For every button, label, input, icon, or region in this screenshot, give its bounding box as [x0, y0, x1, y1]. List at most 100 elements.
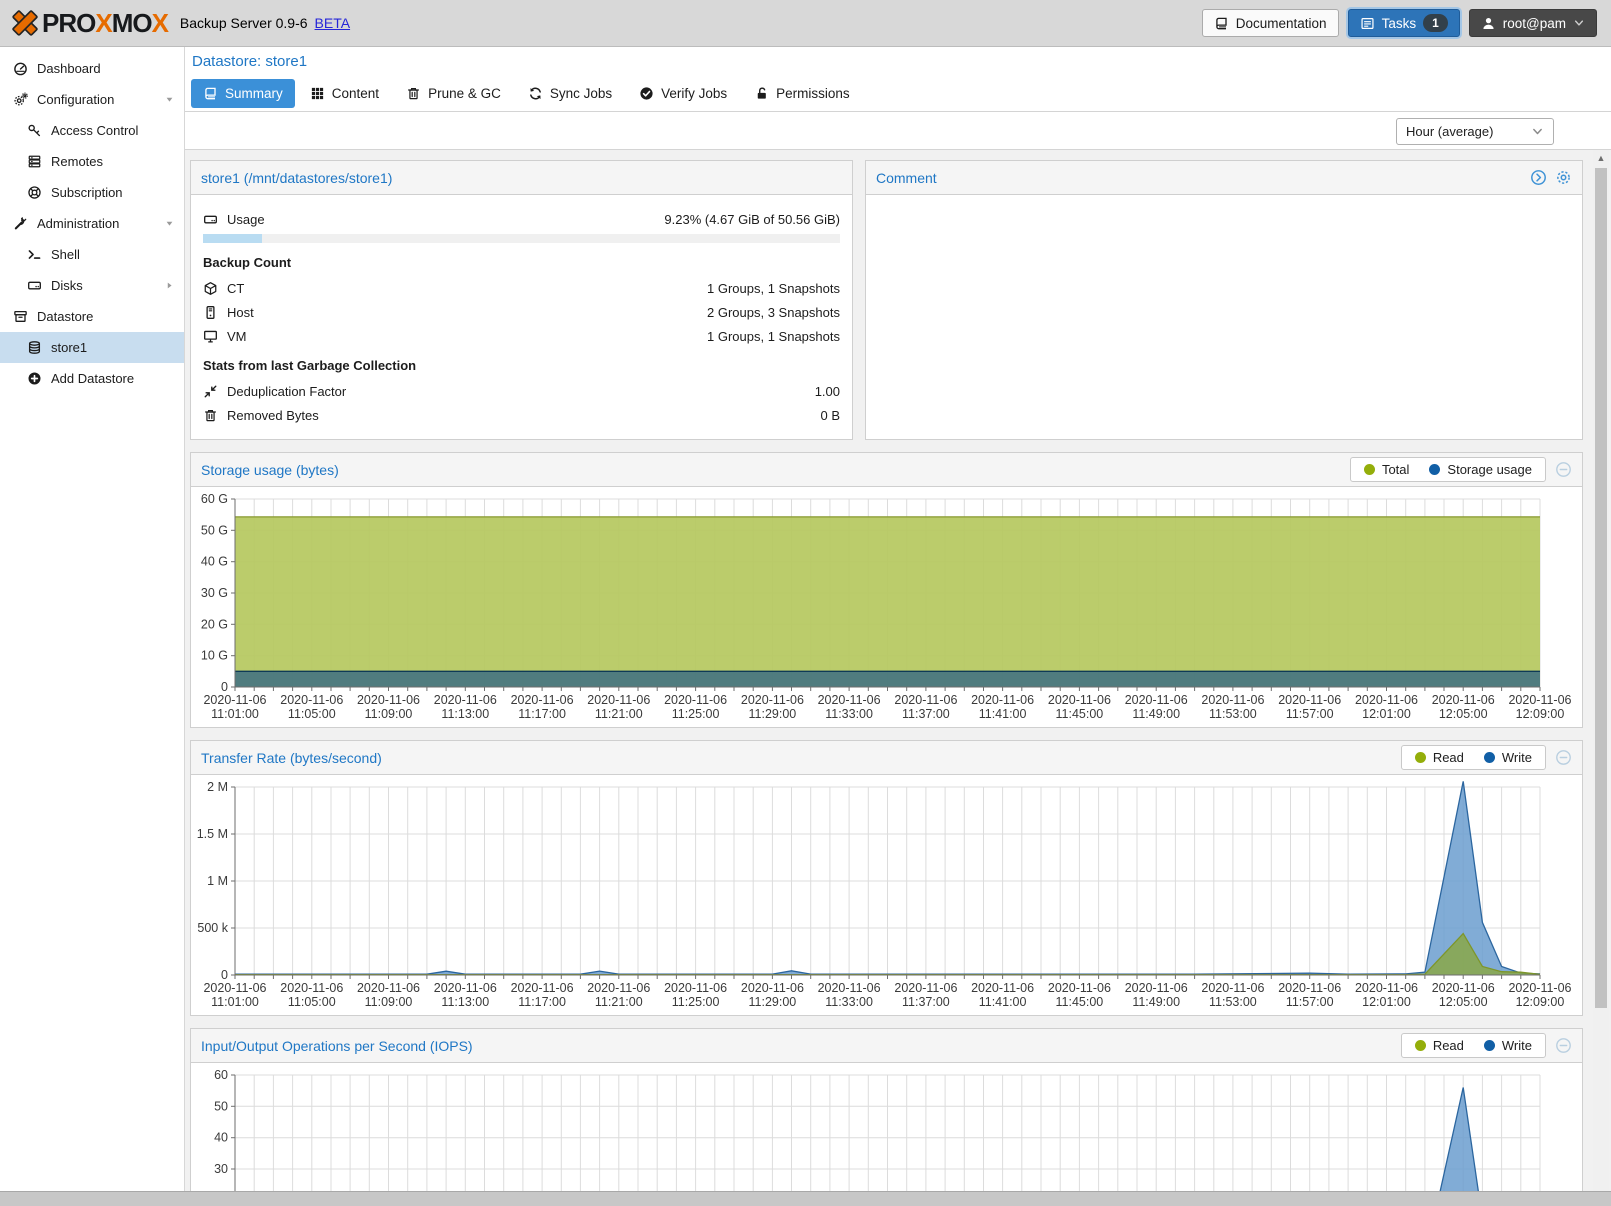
sidebar-item-subscription[interactable]: Subscription [0, 177, 184, 208]
tab-content[interactable]: Content [298, 79, 391, 108]
svg-text:11:13:00: 11:13:00 [441, 707, 489, 721]
gear-icon[interactable] [1555, 169, 1572, 186]
sidebar-item-shell[interactable]: Shell [0, 239, 184, 270]
legend-item-total[interactable]: Total [1364, 462, 1409, 477]
legend-item-write[interactable]: Write [1484, 1038, 1532, 1053]
legend-item-read[interactable]: Read [1415, 750, 1464, 765]
svg-text:11:37:00: 11:37:00 [902, 707, 950, 721]
svg-text:2020-11-06: 2020-11-06 [280, 981, 343, 995]
legend-item-storage-usage[interactable]: Storage usage [1429, 462, 1532, 477]
svg-text:2 M: 2 M [207, 780, 228, 794]
svg-text:11:21:00: 11:21:00 [595, 707, 643, 721]
summary-panel-body: Usage 9.23% (4.67 GiB of 50.56 GiB) Back… [191, 195, 852, 439]
chart-panel-header: Input/Output Operations per Second (IOPS… [191, 1029, 1582, 1063]
vertical-scrollbar[interactable]: ▲ [1593, 150, 1609, 1191]
svg-text:2020-11-06: 2020-11-06 [1278, 693, 1341, 707]
tab-prune-gc[interactable]: Prune & GC [394, 79, 513, 108]
remotes-icon [27, 154, 42, 169]
collapse-caret-icon [164, 94, 175, 105]
row-label: Deduplication Factor [227, 384, 346, 399]
beta-link[interactable]: BETA [315, 15, 351, 31]
row-label: Host [227, 305, 254, 320]
documentation-button[interactable]: Documentation [1202, 9, 1339, 37]
svg-text:2020-11-06: 2020-11-06 [1278, 981, 1341, 995]
tab-verify-jobs[interactable]: Verify Jobs [627, 79, 739, 108]
comment-content[interactable] [866, 195, 1582, 439]
tab-permissions[interactable]: Permissions [742, 79, 862, 108]
sidebar-item-configuration[interactable]: Configuration [0, 84, 184, 115]
svg-text:2020-11-06: 2020-11-06 [1125, 693, 1188, 707]
svg-text:2020-11-06: 2020-11-06 [1048, 693, 1111, 707]
svg-text:2020-11-06: 2020-11-06 [587, 981, 650, 995]
horizontal-scrollbar[interactable] [0, 1191, 1611, 1206]
hdd-icon [27, 278, 42, 293]
expand-circle-icon[interactable] [1530, 169, 1547, 186]
chart-title: Input/Output Operations per Second (IOPS… [201, 1038, 473, 1054]
sidebar-item-datastore[interactable]: Datastore [0, 301, 184, 332]
scroll-up-arrow[interactable]: ▲ [1593, 150, 1609, 166]
svg-text:11:17:00: 11:17:00 [518, 995, 566, 1009]
chart-panel-storage-usage-bytes: Storage usage (bytes)TotalStorage usage0… [190, 452, 1583, 728]
sidebar-item-disks[interactable]: Disks [0, 270, 184, 301]
legend-item-read[interactable]: Read [1415, 1038, 1464, 1053]
plus-circle-icon [27, 371, 42, 386]
archive-icon [13, 309, 28, 324]
expand-caret-icon [164, 280, 175, 291]
svg-text:11:21:00: 11:21:00 [595, 995, 643, 1009]
time-range-select[interactable]: Hour (average) [1396, 118, 1554, 145]
svg-text:2020-11-06: 2020-11-06 [971, 693, 1034, 707]
legend-dot-icon [1364, 464, 1375, 475]
usage-progress-bar [203, 234, 840, 243]
svg-text:11:29:00: 11:29:00 [749, 995, 797, 1009]
legend-dot-icon [1429, 464, 1440, 475]
svg-text:11:01:00: 11:01:00 [211, 707, 259, 721]
row-label: Removed Bytes [227, 408, 319, 423]
legend-label: Write [1502, 750, 1532, 765]
desktop-icon [203, 329, 218, 344]
collapse-panel-icon[interactable] [1555, 749, 1572, 766]
trash-icon [203, 408, 218, 423]
legend-label: Read [1433, 1038, 1464, 1053]
svg-text:11:49:00: 11:49:00 [1132, 707, 1180, 721]
svg-text:11:09:00: 11:09:00 [365, 707, 413, 721]
svg-text:12:05:00: 12:05:00 [1439, 995, 1488, 1009]
sidebar-item-remotes[interactable]: Remotes [0, 146, 184, 177]
tab-summary[interactable]: Summary [191, 79, 295, 108]
usage-progress-fill [203, 234, 262, 243]
user-menu-button[interactable]: root@pam [1469, 9, 1597, 37]
svg-text:2020-11-06: 2020-11-06 [280, 693, 343, 707]
svg-text:12:09:00: 12:09:00 [1516, 707, 1565, 721]
collapse-panel-icon[interactable] [1555, 1037, 1572, 1054]
collapse-panel-icon[interactable] [1555, 461, 1572, 478]
legend-item-write[interactable]: Write [1484, 750, 1532, 765]
vertical-scrollbar-thumb[interactable] [1595, 168, 1607, 1008]
sidebar-item-label: Datastore [37, 309, 93, 324]
key-icon [27, 123, 42, 138]
tab-label: Summary [225, 86, 283, 101]
tab-label: Permissions [776, 86, 850, 101]
backup-count-heading: Backup Count [203, 255, 840, 270]
svg-text:11:45:00: 11:45:00 [1056, 995, 1104, 1009]
svg-text:20 G: 20 G [201, 617, 228, 631]
sidebar-item-dashboard[interactable]: Dashboard [0, 53, 184, 84]
server-icon [203, 305, 218, 320]
tab-sync-jobs[interactable]: Sync Jobs [516, 79, 624, 108]
toolbar-row: Hour (average) [185, 112, 1611, 150]
sidebar-item-add-datastore[interactable]: Add Datastore [0, 363, 184, 394]
chart-canvas: 0500 k1 M1.5 M2 M2020-11-0611:01:002020-… [191, 777, 1571, 1011]
wrench-icon [13, 216, 28, 231]
legend-dot-icon [1484, 752, 1495, 763]
svg-text:10 G: 10 G [201, 649, 228, 663]
sidebar-item-access-control[interactable]: Access Control [0, 115, 184, 146]
sidebar-item-store1[interactable]: store1 [0, 332, 184, 363]
gc-stat-row: Deduplication Factor1.00 [203, 379, 840, 403]
svg-text:11:57:00: 11:57:00 [1286, 995, 1334, 1009]
svg-text:11:53:00: 11:53:00 [1209, 995, 1257, 1009]
sidebar-item-administration[interactable]: Administration [0, 208, 184, 239]
chart-body: 010 G20 G30 G40 G50 G60 G2020-11-0611:01… [191, 487, 1582, 727]
svg-text:2020-11-06: 2020-11-06 [434, 981, 497, 995]
tab-bar: Summary ContentPrune & GCSync JobsVerify … [185, 75, 1611, 112]
sidebar-item-label: store1 [51, 340, 87, 355]
cube-icon [203, 281, 218, 296]
tasks-button[interactable]: Tasks 1 [1348, 9, 1460, 37]
